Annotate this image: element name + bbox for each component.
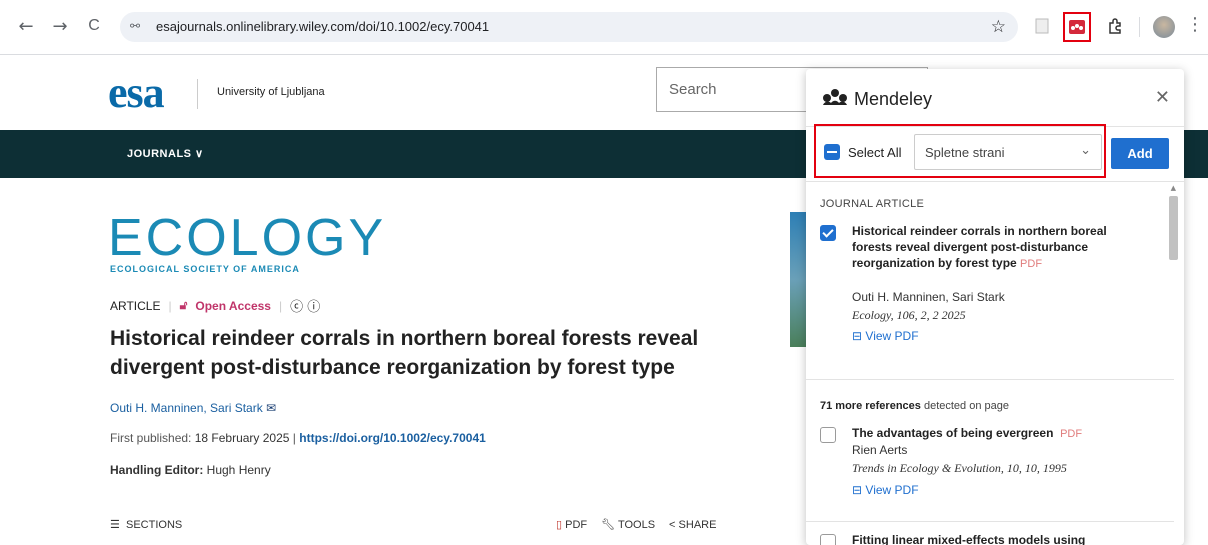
share-button[interactable]: < SHARE [669, 519, 716, 531]
editor-name: Hugh Henry [206, 463, 271, 477]
list-icon: ☰ [110, 519, 120, 531]
doi-link[interactable]: https://doi.org/10.1002/ecy.70041 [299, 431, 486, 445]
view-pdf-link[interactable]: ⊟ View PDF [852, 483, 919, 497]
document-extension-icon[interactable] [1030, 14, 1054, 38]
meta-separator: | [292, 431, 296, 445]
collection-value: Spletne strani [925, 145, 1005, 160]
scrollbar-thumb[interactable] [1169, 196, 1178, 260]
publication-info: First published: 18 February 2025 | http… [110, 431, 486, 445]
reference-authors: Rien Aerts [852, 443, 908, 457]
scroll-up-icon[interactable]: ▲ [1171, 184, 1176, 192]
divider [806, 521, 1174, 522]
article-meta: ARTICLE | 🔓︎ Open Access | ⓒ ⓘ [110, 296, 320, 315]
bookmark-star-icon[interactable]: ☆ [991, 17, 1006, 37]
reference-title-text: Historical reindeer corrals in northern … [852, 224, 1107, 270]
selection-controls: Select All Spletne strani ⌄ [814, 124, 1106, 178]
share-icon: < [669, 518, 676, 531]
browser-toolbar: ← → C ⚯ esajournals.onlinelibrary.wiley.… [0, 0, 1208, 55]
pdf-badge: PDF [1060, 428, 1083, 440]
reload-icon[interactable]: C [82, 14, 106, 38]
divider [806, 379, 1174, 380]
more-count: 71 more references [820, 400, 921, 412]
reference-title: Historical reindeer corrals in northern … [852, 223, 1112, 272]
journal-logo[interactable]: ECOLOGY [108, 212, 386, 264]
search-placeholder: Search [669, 81, 717, 98]
references-list: ▲ JOURNAL ARTICLE Historical reindeer co… [806, 181, 1184, 545]
pdf-icon: ⊟ [852, 483, 863, 497]
site-info-icon[interactable]: ⚯ [130, 19, 140, 33]
more-references: 71 more references detected on page [820, 400, 1009, 412]
close-icon[interactable]: ✕ [1155, 87, 1170, 108]
toolbar-separator [1139, 17, 1140, 37]
chevron-down-icon: ⌄ [1080, 143, 1091, 158]
pdf-icon: ▯ [556, 519, 563, 531]
address-bar[interactable]: ⚯ esajournals.onlinelibrary.wiley.com/do… [120, 12, 1018, 42]
collection-dropdown[interactable]: Spletne strani ⌄ [914, 134, 1102, 170]
mendeley-title: Mendeley [854, 89, 933, 109]
reference-title: The advantages of being evergreen PDF [852, 425, 1112, 442]
reference-source: Ecology, 106, 2, 2 2025 [852, 308, 966, 322]
mendeley-logo-icon [822, 87, 848, 105]
article-tools: ▯ PDF 🔧︎ TOOLS < SHARE [556, 518, 716, 532]
reference-source: Trends in Ecology & Evolution, 10, 10, 1… [852, 461, 1067, 475]
more-text: detected on page [923, 400, 1009, 412]
creative-commons-icon: ⓒ ⓘ [290, 300, 321, 315]
mendeley-popup: Mendeley ✕ Select All Spletne strani ⌄ A… [806, 69, 1184, 545]
institution-name: University of Ljubljana [217, 86, 325, 98]
reference-checkbox[interactable] [820, 534, 836, 545]
mendeley-header: Mendeley ✕ [806, 69, 1184, 127]
section-label: JOURNAL ARTICLE [820, 198, 925, 210]
tools-button[interactable]: 🔧︎ TOOLS [601, 518, 655, 531]
view-pdf-label: View PDF [865, 329, 919, 343]
article-type: ARTICLE [110, 298, 161, 313]
meta-separator: | [168, 298, 172, 313]
browser-menu-icon[interactable]: ⋮ [1186, 14, 1204, 35]
logo-divider [197, 79, 198, 109]
pdf-label: PDF [565, 519, 588, 531]
sections-label: SECTIONS [126, 519, 183, 531]
esa-logo[interactable]: esa [108, 71, 165, 115]
share-label: SHARE [678, 518, 717, 531]
first-published-label: First published: [110, 431, 192, 445]
sections-button[interactable]: ☰ SECTIONS [110, 518, 182, 531]
open-access-icon: 🔓︎ [179, 298, 188, 312]
article-authors[interactable]: Outi H. Manninen, Sari Stark ✉ [110, 401, 276, 415]
article-title: Historical reindeer corrals in northern … [110, 327, 699, 379]
tools-label: TOOLS [617, 519, 656, 531]
back-icon[interactable]: ← [14, 14, 38, 38]
add-button[interactable]: Add [1111, 138, 1169, 169]
mendeley-extension-icon[interactable] [1063, 12, 1091, 42]
email-icon[interactable]: ✉ [266, 401, 276, 415]
forward-icon[interactable]: → [48, 14, 72, 38]
journal-society: ECOLOGICAL SOCIETY OF AMERICA [110, 264, 300, 274]
pdf-icon: ⊟ [852, 329, 863, 343]
meta-separator: | [278, 298, 283, 313]
authors-text[interactable]: Outi H. Manninen, Sari Stark [110, 401, 263, 415]
pdf-button[interactable]: ▯ PDF [556, 518, 587, 531]
select-all-checkbox[interactable]: Select All [824, 144, 901, 160]
view-pdf-link[interactable]: ⊟ View PDF [852, 329, 919, 343]
reference-title-text: The advantages of being evergreen [852, 426, 1054, 440]
wrench-icon: 🔧︎ [601, 519, 616, 531]
reference-checkbox[interactable] [820, 427, 836, 443]
open-access-label: Open Access [195, 298, 271, 313]
handling-editor: Handling Editor: Hugh Henry [110, 463, 271, 477]
indeterminate-checkbox-icon[interactable] [824, 144, 840, 160]
reference-title: Fitting linear mixed-effects models usin… [852, 533, 1086, 545]
editor-label: Handling Editor: [110, 463, 204, 477]
extensions-puzzle-icon[interactable] [1103, 14, 1127, 38]
reference-checkbox[interactable] [820, 225, 836, 241]
view-pdf-label: View PDF [865, 483, 919, 497]
journals-menu[interactable]: JOURNALS ∨ [127, 147, 204, 160]
pdf-badge: PDF [1020, 258, 1043, 270]
reference-authors: Outi H. Manninen, Sari Stark [852, 290, 1005, 304]
url-text[interactable]: esajournals.onlinelibrary.wiley.com/doi/… [156, 19, 489, 34]
select-all-label[interactable]: Select All [848, 145, 901, 160]
first-published-date: 18 February 2025 [194, 431, 290, 445]
profile-avatar[interactable] [1153, 16, 1175, 38]
